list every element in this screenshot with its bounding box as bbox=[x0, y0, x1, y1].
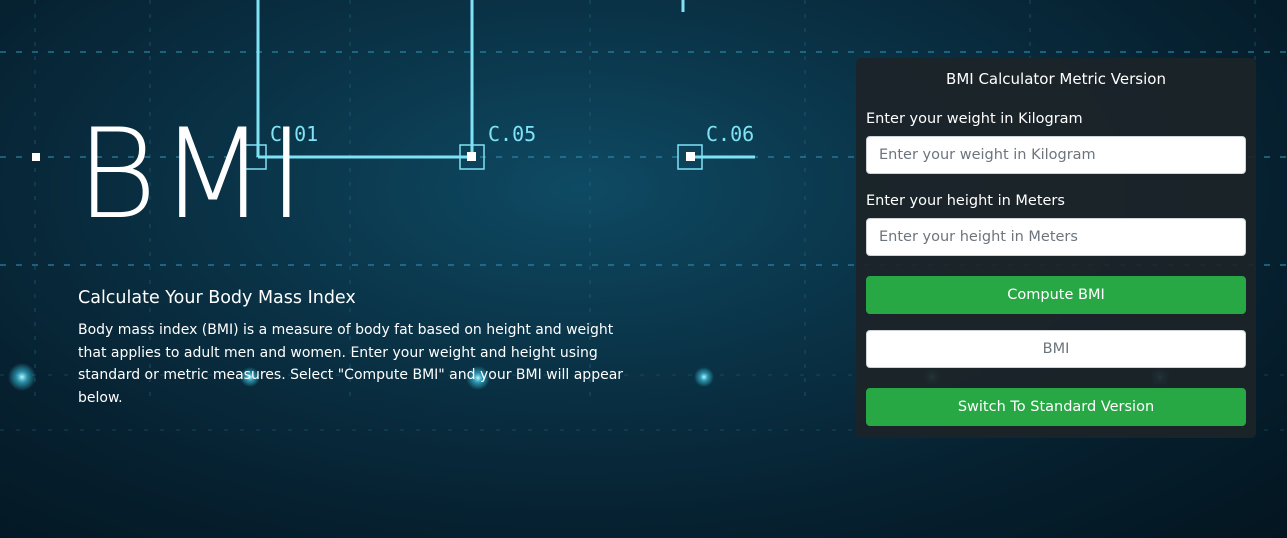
hero-description: Body mass index (BMI) is a measure of bo… bbox=[78, 322, 624, 406]
bmi-result-field[interactable] bbox=[866, 330, 1246, 368]
calculator-title: BMI Calculator Metric Version bbox=[946, 70, 1166, 88]
height-label: Enter your height in Meters bbox=[866, 193, 1065, 209]
weight-input[interactable] bbox=[866, 136, 1246, 174]
height-input[interactable] bbox=[866, 218, 1246, 256]
weight-label: Enter your weight in Kilogram bbox=[866, 111, 1083, 127]
hero-title: BMI bbox=[76, 103, 307, 247]
hero-subtitle: Calculate Your Body Mass Index bbox=[78, 288, 356, 308]
circuit-label-c05: C.05 bbox=[488, 122, 536, 146]
compute-bmi-button[interactable]: Compute BMI bbox=[866, 276, 1246, 314]
bmi-calculator-card: BMI Calculator Metric Version Enter your… bbox=[856, 58, 1256, 438]
switch-to-standard-button[interactable]: Switch To Standard Version bbox=[866, 388, 1246, 426]
circuit-label-c06: C.06 bbox=[706, 122, 754, 146]
